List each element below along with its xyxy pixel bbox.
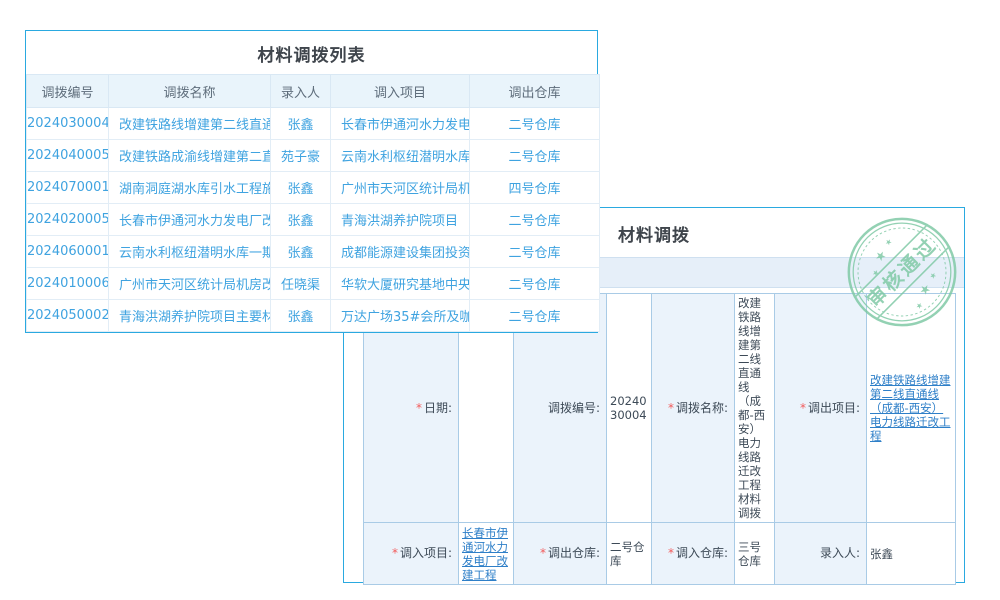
recorder-value-cell: 张鑫 <box>867 523 956 585</box>
required-asterisk: * <box>540 546 546 560</box>
cell-transfer-no: 2024010006 <box>27 268 109 300</box>
cell-recorder: 张鑫 <box>271 172 331 204</box>
star-icon: ★ <box>871 247 890 266</box>
cell-recorder: 张鑫 <box>271 300 331 332</box>
required-asterisk: * <box>392 546 398 560</box>
required-asterisk: * <box>800 401 806 415</box>
col-header-out-warehouse: 调出仓库 <box>470 75 600 108</box>
cell-in-project: 长春市伊通河水力发电... <box>331 108 470 140</box>
star-icon: ★ <box>916 280 935 299</box>
transfer-name-label: 调拨名称: <box>676 401 728 415</box>
cell-out-warehouse: 四号仓库 <box>470 172 600 204</box>
in-project-link[interactable]: 长春市伊通河水力发电厂改建工程 <box>462 526 508 582</box>
cell-out-warehouse: 二号仓库 <box>470 108 600 140</box>
in-project-label: 调入项目: <box>400 546 452 560</box>
cell-in-project: 成都能源建设集团投资... <box>331 236 470 268</box>
cell-in-project: 广州市天河区统计局机... <box>331 172 470 204</box>
table-row[interactable]: 2024060001 云南水利枢纽潜明水库一期工... 张鑫 成都能源建设集团投… <box>27 236 600 268</box>
page-background: 材料调拨 *日期: 调拨编号: 2024030004 *调拨名称: 改建铁路线增… <box>0 0 1000 600</box>
transfer-name-value-cell: 改建铁路线增建第二线直通线（成都-西安）电力线路迁改工程材料调拨 <box>735 294 775 523</box>
table-row[interactable]: 2024050002 青海洪湖养护院项目主要材料... 张鑫 万达广场35#会所… <box>27 300 600 332</box>
cell-transfer-no: 2024040005 <box>27 140 109 172</box>
star-icon: ★ <box>914 300 925 311</box>
transfer-table-body: 2024030004 改建铁路线增建第二线直通线... 张鑫 长春市伊通河水力发… <box>27 108 600 332</box>
col-header-transfer-no: 调拨编号 <box>27 75 109 108</box>
transfer-no-value-cell: 2024030004 <box>607 294 652 523</box>
cell-recorder: 张鑫 <box>271 236 331 268</box>
in-project-value-cell: 长春市伊通河水力发电厂改建工程 <box>459 523 514 585</box>
required-asterisk: * <box>668 401 674 415</box>
cell-recorder: 苑子豪 <box>271 140 331 172</box>
star-icon: ★ <box>870 267 881 278</box>
recorder-label-cell: 录入人: <box>775 523 867 585</box>
approval-stamp-icon: 审核通过 ★ ★ ★ ★ ★ ★ <box>844 214 960 330</box>
out-warehouse-label: 调出仓库: <box>548 546 600 560</box>
in-warehouse-label-cell: *调入仓库: <box>652 523 735 585</box>
required-asterisk: * <box>416 401 422 415</box>
cell-transfer-no: 2024060001 <box>27 236 109 268</box>
table-row[interactable]: 2024070001 湖南洞庭湖水库引水工程施工... 张鑫 广州市天河区统计局… <box>27 172 600 204</box>
table-header-row: 调拨编号 调拨名称 录入人 调入项目 调出仓库 <box>27 75 600 108</box>
cell-in-project: 华软大厦研究基地中央... <box>331 268 470 300</box>
cell-transfer-no: 2024030004 <box>27 108 109 140</box>
table-row[interactable]: 2024040005 改建铁路成渝线增建第二直通... 苑子豪 云南水利枢纽潜明… <box>27 140 600 172</box>
cell-transfer-no: 2024070001 <box>27 172 109 204</box>
transfer-name-label-cell: *调拨名称: <box>652 294 735 523</box>
cell-transfer-no: 2024020005 <box>27 204 109 236</box>
cell-recorder: 任晓渠 <box>271 268 331 300</box>
table-row[interactable]: 2024020005 长春市伊通河水力发电厂改建... 张鑫 青海洪湖养护院项目… <box>27 204 600 236</box>
out-project-label: 调出项目: <box>808 401 860 415</box>
in-warehouse-value-cell: 三号仓库 <box>735 523 775 585</box>
transfer-no-label: 调拨编号: <box>548 401 600 415</box>
in-project-label-cell: *调入项目: <box>364 523 459 585</box>
material-transfer-list-panel: 材料调拨列表 调拨编号 调拨名称 录入人 调入项目 调出仓库 202403000… <box>25 30 598 333</box>
cell-in-project: 云南水利枢纽潜明水库... <box>331 140 470 172</box>
out-warehouse-value-cell: 二号仓库 <box>607 523 652 585</box>
table-row[interactable]: 2024030004 改建铁路线增建第二线直通线... 张鑫 长春市伊通河水力发… <box>27 108 600 140</box>
required-asterisk: * <box>668 546 674 560</box>
recorder-label: 录入人: <box>820 546 860 560</box>
out-project-link[interactable]: 改建铁路线增建第二线直通线（成都-西安）电力线路迁改工程 <box>870 373 951 443</box>
cell-in-project: 万达广场35#会所及咖啡... <box>331 300 470 332</box>
cell-transfer-no: 2024050002 <box>27 300 109 332</box>
date-label: 日期: <box>424 401 452 415</box>
col-header-transfer-name: 调拨名称 <box>109 75 271 108</box>
cell-transfer-name: 青海洪湖养护院项目主要材料... <box>109 300 271 332</box>
cell-out-warehouse: 二号仓库 <box>470 268 600 300</box>
cell-transfer-name: 改建铁路成渝线增建第二直通... <box>109 140 271 172</box>
in-warehouse-label: 调入仓库: <box>676 546 728 560</box>
cell-transfer-name: 改建铁路线增建第二线直通线... <box>109 108 271 140</box>
cell-out-warehouse: 二号仓库 <box>470 204 600 236</box>
col-header-in-project: 调入项目 <box>331 75 470 108</box>
cell-out-warehouse: 二号仓库 <box>470 300 600 332</box>
cell-transfer-name: 湖南洞庭湖水库引水工程施工... <box>109 172 271 204</box>
cell-out-warehouse: 二号仓库 <box>470 236 600 268</box>
cell-in-project: 青海洪湖养护院项目 <box>331 204 470 236</box>
star-icon: ★ <box>927 270 938 281</box>
table-row[interactable]: 2024010006 广州市天河区统计局机房改造... 任晓渠 华软大厦研究基地… <box>27 268 600 300</box>
cell-transfer-name: 云南水利枢纽潜明水库一期工... <box>109 236 271 268</box>
col-header-recorder: 录入人 <box>271 75 331 108</box>
list-panel-title: 材料调拨列表 <box>26 31 597 74</box>
transfer-list-table: 调拨编号 调拨名称 录入人 调入项目 调出仓库 2024030004 改建铁路线… <box>26 74 600 332</box>
cell-recorder: 张鑫 <box>271 108 331 140</box>
cell-out-warehouse: 二号仓库 <box>470 140 600 172</box>
transfer-detail-form: *日期: 调拨编号: 2024030004 *调拨名称: 改建铁路线增建第二线直… <box>363 293 956 585</box>
cell-transfer-name: 长春市伊通河水力发电厂改建... <box>109 204 271 236</box>
star-icon: ★ <box>883 237 894 248</box>
out-warehouse-label-cell: *调出仓库: <box>514 523 607 585</box>
cell-transfer-name: 广州市天河区统计局机房改造... <box>109 268 271 300</box>
cell-recorder: 张鑫 <box>271 204 331 236</box>
